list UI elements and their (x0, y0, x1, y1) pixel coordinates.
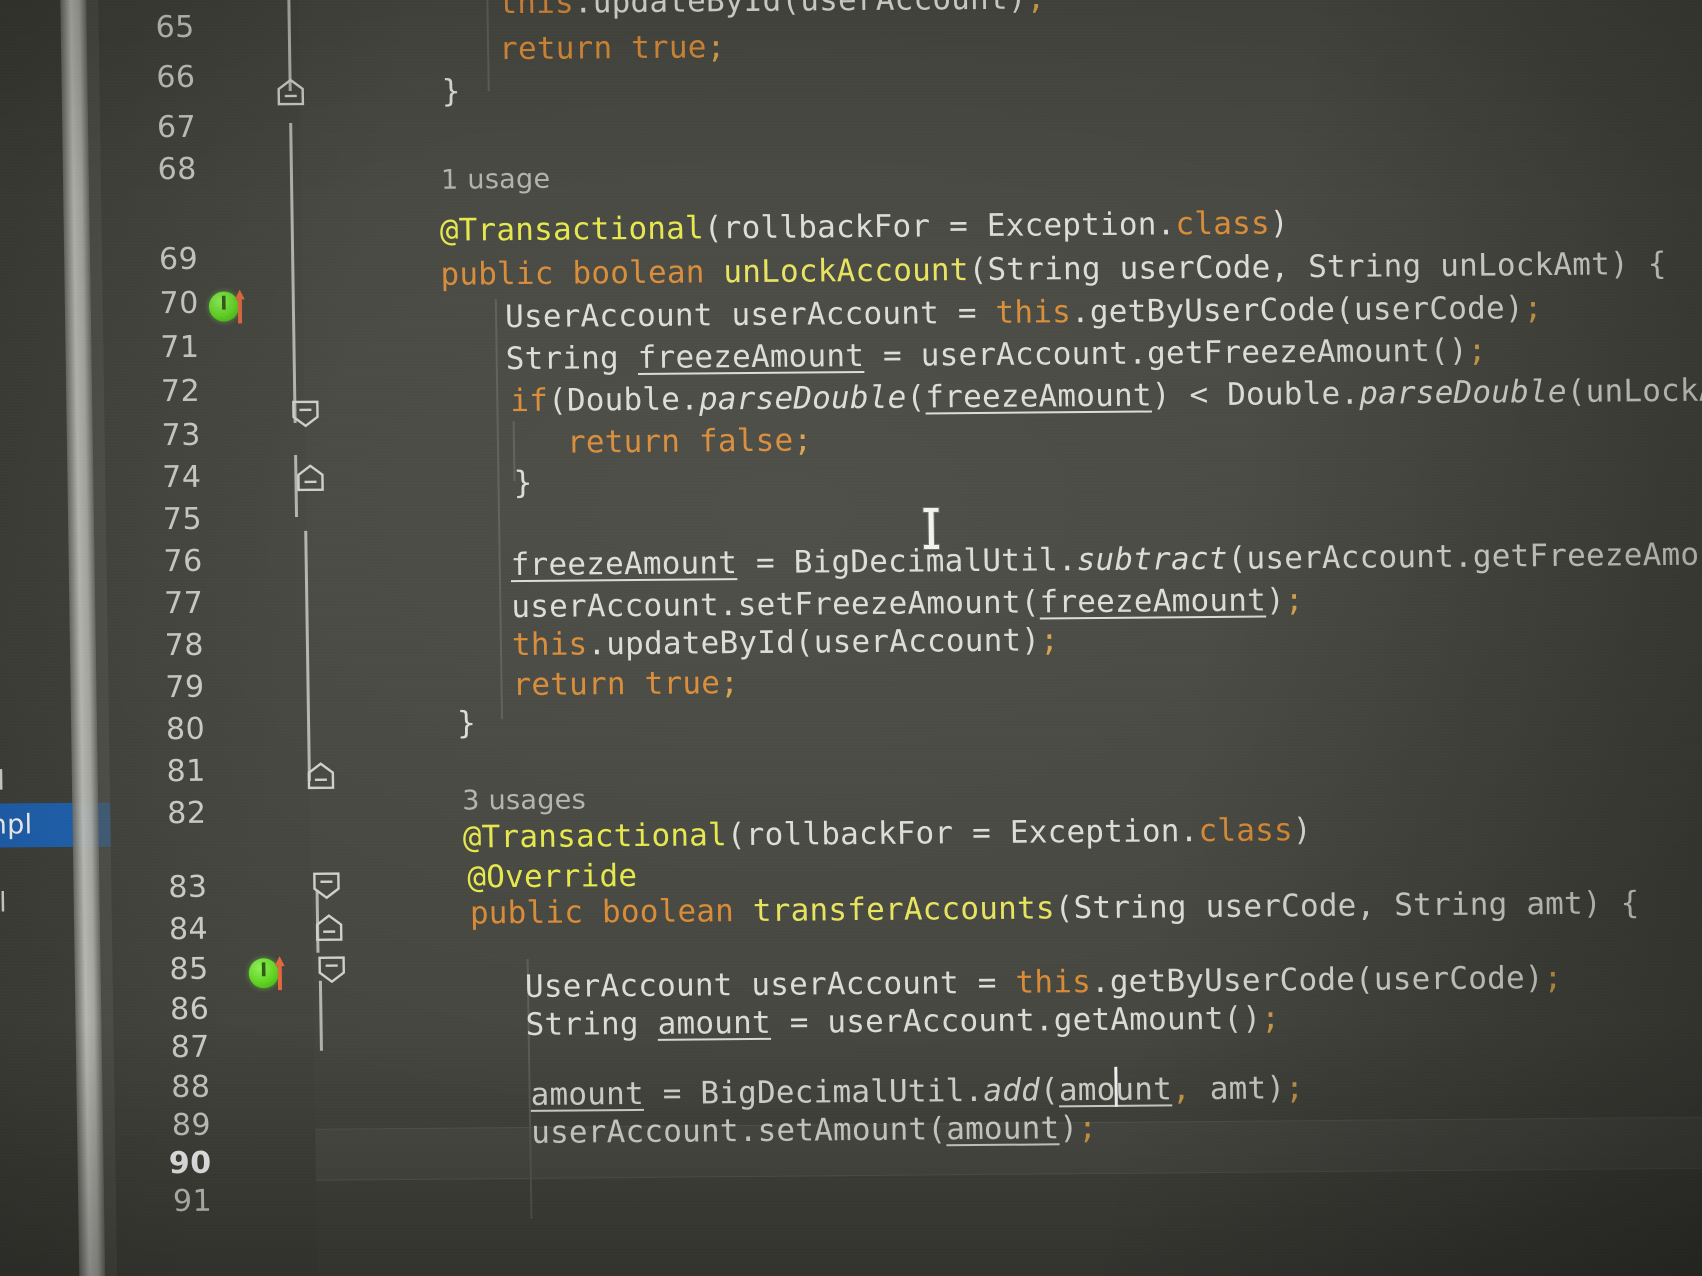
code-line-73: if(Double.parseDouble(freezeAmount) < Do… (510, 371, 1702, 420)
line-number: 91 (172, 1183, 213, 1220)
line-number: 67 (156, 109, 197, 146)
gutter-implementation-marker-line-85[interactable] (248, 956, 285, 991)
editor-gutter[interactable]: 65 66 67 68 69 70 71 72 73 74 75 76 77 7… (97, 0, 345, 1276)
line-number: 73 (161, 417, 202, 454)
line-number: 89 (171, 1107, 212, 1144)
line-number: 78 (164, 627, 205, 664)
gutter-implementation-marker-line-70[interactable] (208, 289, 245, 324)
override-arrow-up-icon (234, 289, 245, 324)
code-editor[interactable]: 65 66 67 68 69 70 71 72 73 74 75 76 77 7… (97, 0, 1702, 1276)
code-line-74: return false; (566, 422, 813, 461)
code-line-75: } (513, 464, 533, 502)
code-line-65: this.updateById(userAccount); (498, 0, 1046, 22)
text-caret (1114, 1066, 1118, 1107)
code-line-83: @Transactional(rollbackFor = Exception.c… (462, 812, 1312, 856)
code-line-77: freezeAmount = BigDecimalUtil.subtract(u… (510, 535, 1702, 584)
line-number: 71 (160, 329, 200, 366)
inlay-usage-hint-2[interactable]: 3 usages (462, 784, 586, 816)
line-number: 87 (170, 1029, 211, 1066)
line-number: 68 (157, 151, 198, 188)
line-number: 79 (165, 669, 205, 706)
line-number: 70 (159, 285, 200, 322)
code-text-area[interactable]: Amount(freezeAmount); this.updateById(us… (298, 0, 1702, 1276)
line-number: 72 (160, 373, 201, 410)
code-line-78: userAccount.setFreezeAmount(freezeAmount… (511, 582, 1304, 626)
indent-guide (494, 299, 504, 720)
code-line-90-current: amount = BigDecimalUtil.add(amount, amt)… (530, 1070, 1305, 1113)
code-line-88: String amount = userAccount.getAmount(); (525, 1000, 1281, 1043)
line-number: 86 (169, 991, 210, 1028)
code-line-70: public boolean unLockAccount(String user… (440, 245, 1667, 293)
override-arrow-up-icon (274, 956, 285, 991)
line-number: 75 (162, 501, 203, 538)
indent-guide (485, 0, 490, 92)
line-number: 83 (168, 869, 208, 906)
code-line-87: UserAccount userAccount = this.getByUser… (524, 959, 1563, 1005)
line-number: 74 (161, 459, 202, 496)
line-number: 88 (171, 1069, 211, 1106)
mouse-ibeam-cursor-icon (922, 506, 941, 550)
sidebar-item-label: pl (0, 887, 8, 919)
code-line-72: String freezeAmount = userAccount.getFre… (505, 332, 1487, 378)
ide-window: pl mpl pl 65 66 67 68 69 70 71 72 73 74 … (0, 0, 1702, 1276)
code-line-80: return true; (512, 665, 740, 704)
line-number: 77 (163, 585, 204, 622)
code-line-81: } (456, 705, 477, 742)
line-number: 69 (158, 241, 199, 278)
code-line-71: UserAccount userAccount = this.getByUser… (504, 290, 1543, 336)
code-line-85: public boolean transferAccounts(String u… (469, 885, 1640, 932)
code-line-79: this.updateById(userAccount); (511, 622, 1060, 664)
line-number: 84 (168, 911, 209, 948)
sidebar-item-label: pl (0, 765, 6, 797)
code-line-84: @Override (467, 857, 638, 896)
line-number: 85 (169, 951, 209, 988)
screen-photo: pl mpl pl 65 66 67 68 69 70 71 72 73 74 … (0, 0, 1702, 1276)
line-number: 66 (156, 59, 196, 96)
line-number: 76 (163, 543, 203, 580)
fold-guide-line (289, 122, 297, 423)
code-line-69: @Transactional(rollbackFor = Exception.c… (439, 205, 1289, 249)
line-number: 80 (165, 711, 206, 748)
code-line-91: userAccount.setAmount(amount); (530, 1109, 1098, 1151)
inlay-usage-hint-1[interactable]: 1 usage (441, 164, 551, 196)
code-line-67: } (441, 73, 461, 110)
line-number: 65 (155, 9, 196, 46)
code-line-66: return true; (498, 29, 726, 68)
sidebar-item-label: mpl (0, 809, 33, 841)
line-number-current: 90 (168, 1145, 212, 1182)
line-number: 82 (166, 795, 207, 832)
line-number: 81 (166, 753, 207, 790)
